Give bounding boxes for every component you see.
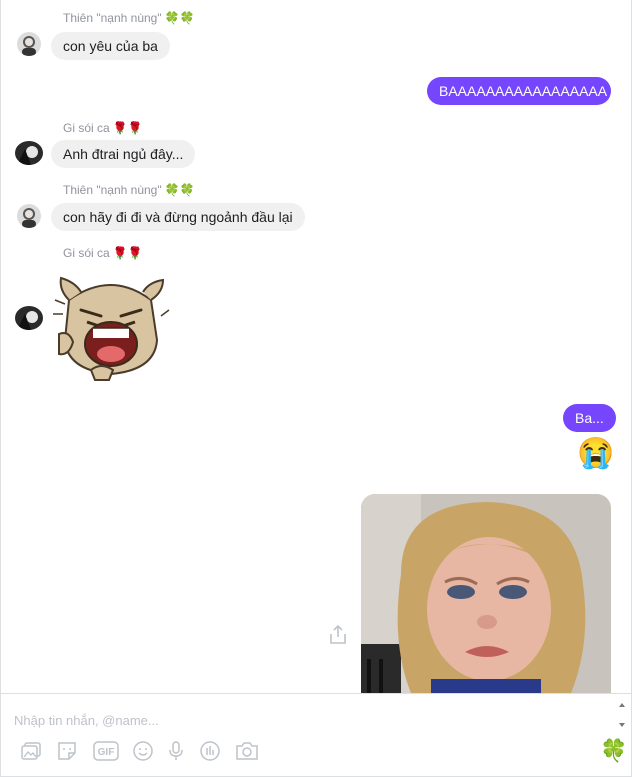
- sender-name: Gi sói ca 🌹🌹: [63, 121, 143, 135]
- gif-label: GIF: [98, 747, 115, 758]
- avatar[interactable]: [17, 32, 41, 56]
- send-clover-button[interactable]: 🍀: [600, 738, 627, 764]
- gif-icon[interactable]: GIF: [93, 740, 119, 762]
- sender-name-text: Thiên "nạnh nùng": [63, 183, 162, 197]
- message-bubble[interactable]: Anh đtrai ngủ đây...: [51, 140, 196, 168]
- message-bubble-outgoing[interactable]: Ba...: [563, 404, 616, 432]
- avatar[interactable]: [17, 204, 41, 228]
- message-bubble[interactable]: con hãy đi đi và đừng ngoảnh đầu lại: [51, 203, 305, 231]
- sticker-icon[interactable]: [56, 740, 78, 762]
- crying-child-photo[interactable]: [361, 494, 611, 693]
- poll-icon[interactable]: [199, 740, 221, 762]
- message-thread[interactable]: Thiên "nạnh nùng" 🍀🍀 con yêu của ba BAAA…: [0, 0, 632, 693]
- sender-name: Thiên "nạnh nùng" 🍀🍀: [63, 11, 195, 25]
- image-icon[interactable]: [20, 740, 42, 762]
- rose-emoji-icon: 🌹🌹: [112, 246, 143, 260]
- sender-name-text: Thiên "nạnh nùng": [63, 11, 162, 25]
- sender-name-text: Gi sói ca: [63, 121, 110, 135]
- sender-name-text: Gi sói ca: [63, 246, 110, 260]
- loudly-crying-emoji[interactable]: 😭: [577, 437, 614, 471]
- message-input[interactable]: [14, 710, 594, 730]
- clover-emoji-icon: 🍀🍀: [164, 11, 195, 25]
- avatar[interactable]: [15, 306, 43, 330]
- input-scrollbar[interactable]: [617, 700, 627, 730]
- message-composer: GIF: [0, 693, 632, 777]
- share-icon[interactable]: [327, 624, 349, 646]
- message-bubble[interactable]: con yêu của ba: [51, 32, 170, 60]
- microphone-icon[interactable]: [165, 740, 187, 762]
- sender-name: Gi sói ca 🌹🌹: [63, 246, 143, 260]
- message-bubble-outgoing[interactable]: BAAAAAAAAAAAAAAAAA: [427, 77, 611, 105]
- camera-icon[interactable]: [235, 740, 259, 762]
- sender-name: Thiên "nạnh nùng" 🍀🍀: [63, 183, 195, 197]
- clover-emoji-icon: 🍀🍀: [164, 183, 195, 197]
- crying-bear-sticker[interactable]: [51, 270, 171, 385]
- rose-emoji-icon: 🌹🌹: [112, 121, 143, 135]
- emoji-icon[interactable]: [132, 740, 154, 762]
- avatar[interactable]: [15, 141, 43, 165]
